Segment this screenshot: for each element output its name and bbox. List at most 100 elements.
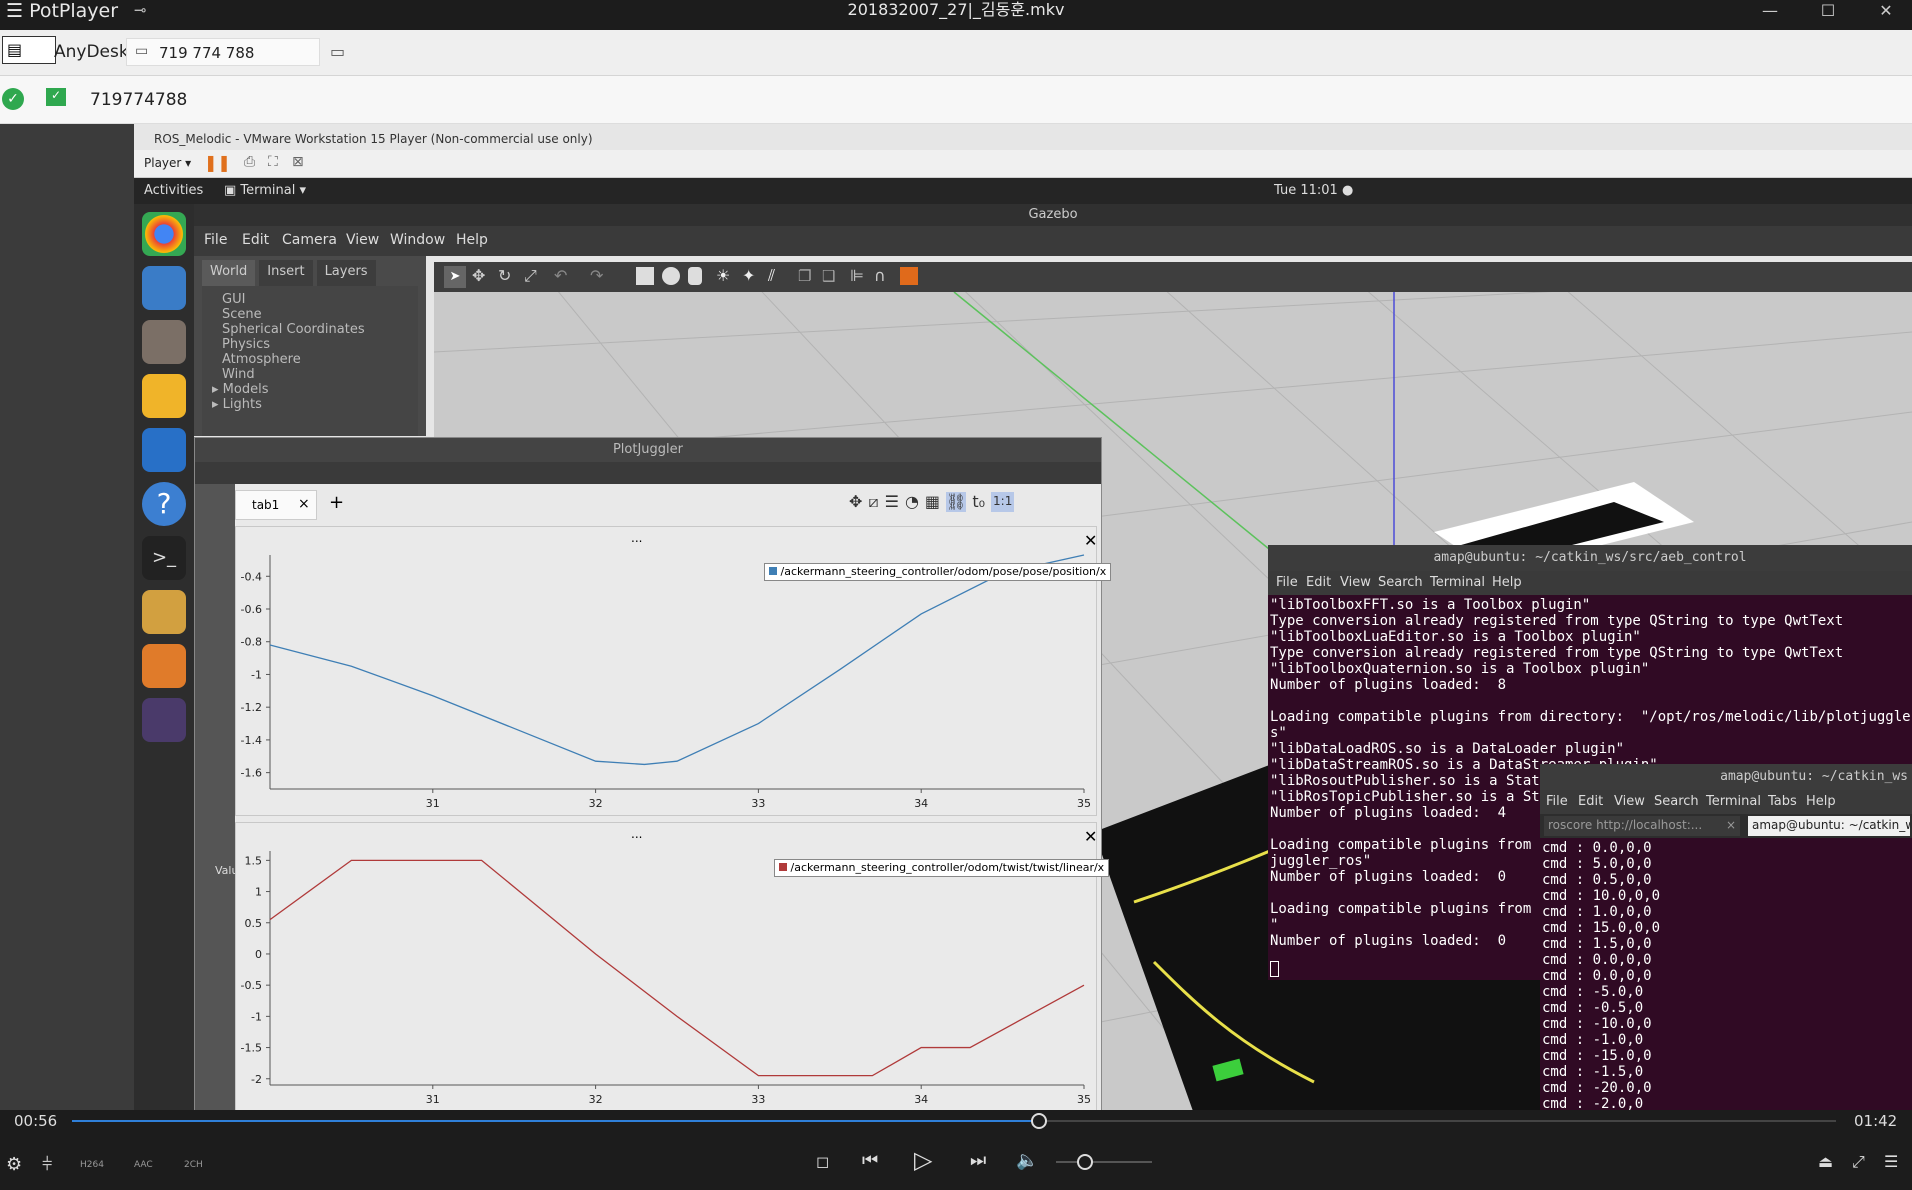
gazebo-icon[interactable] — [142, 590, 186, 634]
settings-icon[interactable]: ⚙ — [6, 1154, 22, 1175]
tab-close-icon[interactable]: × — [298, 496, 310, 512]
fullscreen-icon[interactable]: ⛶ — [268, 154, 278, 170]
equalizer-icon[interactable]: ⫩ — [42, 1154, 52, 1175]
tree-spherical[interactable]: Spherical Coordinates — [222, 322, 418, 337]
plotjuggler-icon[interactable] — [142, 698, 186, 742]
new-session-icon[interactable]: ▭ — [330, 42, 345, 61]
volume-handle[interactable] — [1076, 1154, 1093, 1170]
t1-menu-view[interactable]: View — [1340, 575, 1371, 590]
seek-handle[interactable] — [1030, 1113, 1047, 1129]
tree-atmosphere[interactable]: Atmosphere — [222, 352, 418, 367]
align-icon[interactable]: ⊫ — [850, 266, 864, 285]
play-icon[interactable]: ▷ — [914, 1146, 932, 1174]
t1-menu-help[interactable]: Help — [1492, 575, 1522, 590]
anydesk-session-tab[interactable]: ▭ 719 774 788 — [126, 38, 320, 66]
tree-models[interactable]: ▸ Models — [212, 382, 418, 397]
gz-menu-edit[interactable]: Edit — [242, 232, 269, 248]
player-menu[interactable]: Player ▾ — [144, 156, 191, 170]
point-light-icon[interactable]: ☀ — [716, 266, 730, 285]
t2-menu-tabs[interactable]: Tabs — [1768, 794, 1797, 809]
unity-icon[interactable]: ⊠ — [292, 154, 304, 170]
sphere-icon[interactable] — [662, 267, 680, 285]
tab-layers[interactable]: Layers — [316, 260, 376, 286]
grid-icon[interactable]: ▦ — [925, 492, 940, 512]
tree-physics[interactable]: Physics — [222, 337, 418, 352]
timer-icon[interactable]: ◔ — [905, 492, 919, 512]
t0-icon[interactable]: t₀ — [972, 492, 985, 512]
clock[interactable]: Tue 11:01 ● — [1274, 183, 1353, 198]
paste-icon[interactable]: ❑ — [822, 267, 835, 285]
playlist-icon[interactable]: ☰ — [1884, 1152, 1898, 1171]
gz-menu-view[interactable]: View — [346, 232, 379, 248]
prev-icon[interactable]: ⏮ — [862, 1150, 878, 1171]
rotate-icon[interactable]: ↻ — [498, 266, 511, 285]
seek-bar[interactable] — [72, 1113, 1836, 1129]
terminal-catkin[interactable]: amap@ubuntu: ~/catkin_ws File Edit View … — [1540, 764, 1912, 1114]
legend-twist[interactable]: /ackermann_steering_controller/odom/twis… — [774, 859, 1110, 877]
plot-twist[interactable]: ... ✕ 1.5 1 0.5 0 -0.5 -1 -1.5 -2 31 32 33 34 35 /ac… — [235, 822, 1110, 1112]
rhythmbox-icon[interactable] — [142, 374, 186, 418]
writer-icon[interactable] — [142, 428, 186, 472]
t2-menu-search[interactable]: Search — [1654, 794, 1699, 809]
thunderbird-icon[interactable] — [142, 266, 186, 310]
tree-wind[interactable]: Wind — [222, 367, 418, 382]
zoom-icon[interactable]: ⧄ — [868, 492, 878, 512]
t2-menu-help[interactable]: Help — [1806, 794, 1836, 809]
gz-menu-file[interactable]: File — [204, 232, 227, 248]
help-icon[interactable]: ? — [142, 482, 186, 526]
gz-menu-help[interactable]: Help — [456, 232, 488, 248]
t1-menu-edit[interactable]: Edit — [1306, 575, 1331, 590]
translate-icon[interactable]: ✥ — [472, 266, 485, 285]
redo-icon[interactable]: ↷ — [590, 266, 603, 285]
app-menu[interactable]: ▣ Terminal ▾ — [224, 183, 306, 198]
next-icon[interactable]: ⏭ — [970, 1150, 986, 1171]
t1-menu-search[interactable]: Search — [1378, 575, 1423, 590]
ratio-button[interactable]: 1:1 — [991, 492, 1015, 512]
anydesk-logo[interactable]: ▤ — [2, 36, 56, 64]
tab-insert[interactable]: Insert — [259, 260, 313, 286]
scale-icon[interactable]: ⤢ — [524, 266, 537, 286]
chrome-icon[interactable] — [142, 212, 186, 256]
activities-button[interactable]: Activities — [144, 183, 203, 198]
tab-catkin[interactable]: amap@ubuntu: ~/catkin_ws — [1748, 816, 1910, 836]
add-tab-icon[interactable]: + — [329, 492, 344, 513]
box-icon[interactable] — [636, 267, 654, 285]
undo-icon[interactable]: ↶ — [554, 266, 567, 285]
screen-icon[interactable]: ✓ — [46, 88, 66, 106]
t1-menu-terminal[interactable]: Terminal — [1430, 575, 1485, 590]
stop-icon[interactable]: ◻ — [816, 1152, 829, 1171]
snap-icon[interactable]: ∩ — [874, 266, 886, 285]
tree-gui[interactable]: GUI — [222, 292, 418, 307]
minimize-button[interactable]: — — [1750, 0, 1790, 24]
eject-icon[interactable]: ⏏ — [1818, 1152, 1833, 1171]
close-button[interactable]: ✕ — [1866, 0, 1906, 24]
t2-menu-view[interactable]: View — [1614, 794, 1645, 809]
select-icon[interactable]: ➤ — [444, 266, 466, 288]
cylinder-icon[interactable] — [688, 267, 702, 285]
t2-menu-edit[interactable]: Edit — [1578, 794, 1603, 809]
t2-menu-file[interactable]: File — [1546, 794, 1568, 809]
move-icon[interactable]: ✥ — [849, 492, 862, 512]
tab-tab1[interactable]: tab1 × — [235, 490, 317, 520]
tree-lights[interactable]: ▸ Lights — [212, 397, 418, 412]
dir-light-icon[interactable]: ⫽ — [768, 266, 775, 286]
volume-slider[interactable] — [1056, 1154, 1152, 1170]
software-icon[interactable] — [142, 644, 186, 688]
tab-roscore[interactable]: roscore http://localhost:... — [1544, 816, 1740, 836]
link-icon[interactable]: ⛓ — [946, 492, 967, 512]
screenshot-icon[interactable] — [900, 267, 918, 285]
gz-menu-camera[interactable]: Camera — [282, 232, 337, 248]
pause-icon[interactable]: ❚❚ — [204, 153, 231, 172]
t1-menu-file[interactable]: File — [1276, 575, 1298, 590]
copy-icon[interactable]: ❐ — [798, 267, 811, 285]
spot-light-icon[interactable]: ✦ — [742, 266, 755, 285]
legend-icon[interactable]: ☰ — [885, 492, 899, 512]
volume-icon[interactable]: 🔈 — [1016, 1150, 1038, 1171]
gz-menu-window[interactable]: Window — [390, 232, 445, 248]
files-icon[interactable] — [142, 320, 186, 364]
fullscreen-toggle-icon[interactable]: ⤢ — [1852, 1152, 1865, 1172]
plot-pose[interactable]: ... ✕ -0.4 -0.6 -0.8 -1 -1.2 -1.4 -1.6 31 32 33 34… — [235, 526, 1112, 816]
tab-world[interactable]: World — [202, 260, 256, 286]
t2-menu-terminal[interactable]: Terminal — [1706, 794, 1761, 809]
legend-pose[interactable]: /ackermann_steering_controller/odom/pose… — [764, 563, 1112, 581]
